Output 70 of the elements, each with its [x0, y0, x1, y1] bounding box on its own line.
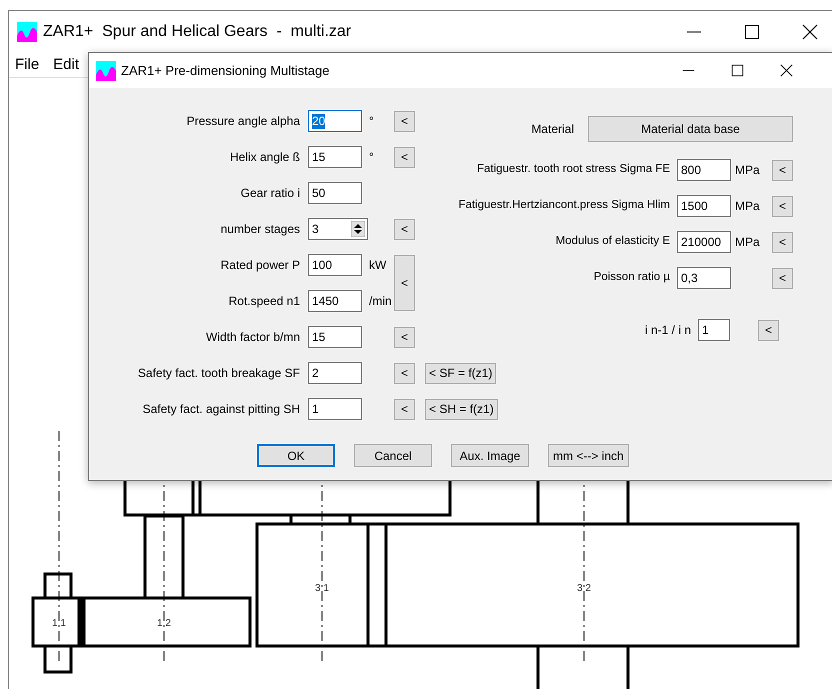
apply-button[interactable]: < — [758, 320, 779, 340]
formula-button[interactable]: < SH = f(z1) — [425, 398, 498, 420]
gear-label: 1 1 — [52, 618, 66, 629]
input-field[interactable]: 50 — [308, 182, 362, 204]
unit-label: kW — [369, 258, 386, 272]
input-field[interactable]: 15 — [308, 146, 362, 168]
field-label: Helix angle ß — [228, 149, 300, 166]
spinner-field[interactable]: 3 — [308, 218, 368, 240]
field-label: Pressure angle alpha — [186, 113, 300, 130]
unit-label: ° — [369, 114, 374, 128]
input-field[interactable]: 100 — [308, 254, 362, 276]
field-label: Fatiguestr.Hertziancont.press Sigma Hlim — [457, 198, 671, 214]
input-field[interactable]: 210000 — [677, 231, 731, 253]
window-title: ZAR1+ Spur and Helical Gears - multi.zar — [43, 22, 352, 42]
field-label: Rated power P — [220, 257, 300, 274]
apply-button[interactable]: < — [772, 268, 793, 288]
gear-label: 3 1 — [315, 583, 329, 594]
apply-button[interactable]: < — [772, 196, 793, 216]
dialog-button[interactable]: Aux. Image — [451, 444, 529, 467]
apply-button[interactable]: < — [394, 362, 415, 384]
apply-button[interactable]: < — [394, 255, 415, 311]
apply-button[interactable]: < — [394, 398, 415, 420]
field-label: number stages — [220, 221, 300, 238]
menu-item[interactable]: File — [15, 54, 40, 76]
input-field[interactable]: 20 — [308, 110, 362, 132]
dialog-button[interactable]: Cancel — [354, 444, 432, 467]
input-field[interactable]: 0,3 — [677, 267, 731, 289]
input-field[interactable]: 1500 — [677, 195, 731, 217]
gear-label: 3 2 — [577, 583, 591, 594]
input-field[interactable]: 800 — [677, 159, 731, 181]
ratio-label: i n-1 / i n — [644, 322, 691, 339]
close-icon[interactable] — [802, 24, 818, 40]
apply-button[interactable]: < — [772, 232, 793, 252]
unit-label: MPa — [735, 235, 760, 249]
apply-button[interactable]: < — [394, 218, 415, 240]
app-logo-icon — [96, 60, 116, 80]
maximize-icon[interactable] — [744, 24, 760, 40]
apply-button[interactable]: < — [394, 326, 415, 348]
close-icon[interactable] — [780, 64, 793, 77]
dialog-button[interactable]: mm <--> inch — [548, 444, 629, 467]
input-field[interactable]: 1450 — [308, 290, 362, 312]
spin-arrows-icon[interactable] — [351, 221, 365, 237]
menu-item[interactable]: Edit — [53, 54, 80, 76]
material-label: Material — [531, 121, 574, 138]
input-field[interactable]: 1 — [308, 398, 362, 420]
material-database-button[interactable]: Material data base — [588, 116, 793, 142]
input-field[interactable]: 15 — [308, 326, 362, 348]
unit-label: MPa — [735, 163, 760, 177]
apply-button[interactable]: < — [772, 160, 793, 180]
unit-label: MPa — [735, 199, 760, 213]
apply-button[interactable]: < — [394, 146, 415, 168]
field-label: Safety fact. against pitting SH — [142, 401, 300, 418]
field-label: Poisson ratio µ — [592, 270, 671, 286]
formula-button[interactable]: < SF = f(z1) — [425, 362, 496, 384]
input-field[interactable]: 2 — [308, 362, 362, 384]
app-logo-icon — [17, 22, 37, 42]
unit-label: ° — [369, 150, 374, 164]
field-label: Fatiguestr. tooth root stress Sigma FE — [476, 162, 671, 178]
field-label: Width factor b/mn — [204, 329, 300, 346]
maximize-icon[interactable] — [731, 64, 744, 77]
apply-button[interactable]: < — [394, 110, 415, 132]
gear-label: 1 2 — [157, 618, 171, 629]
dialog-button[interactable]: OK — [257, 444, 335, 467]
unit-label: /min — [369, 294, 392, 308]
input-field[interactable]: 1 — [698, 319, 730, 341]
dialog-title: ZAR1+ Pre-dimensioning Multistage — [121, 62, 330, 80]
field-label: Modulus of elasticity E — [554, 234, 671, 250]
field-label: Rot.speed n1 — [228, 293, 300, 310]
field-label: Gear ratio i — [240, 185, 300, 202]
field-label: Safety fact. tooth breakage SF — [136, 365, 300, 382]
